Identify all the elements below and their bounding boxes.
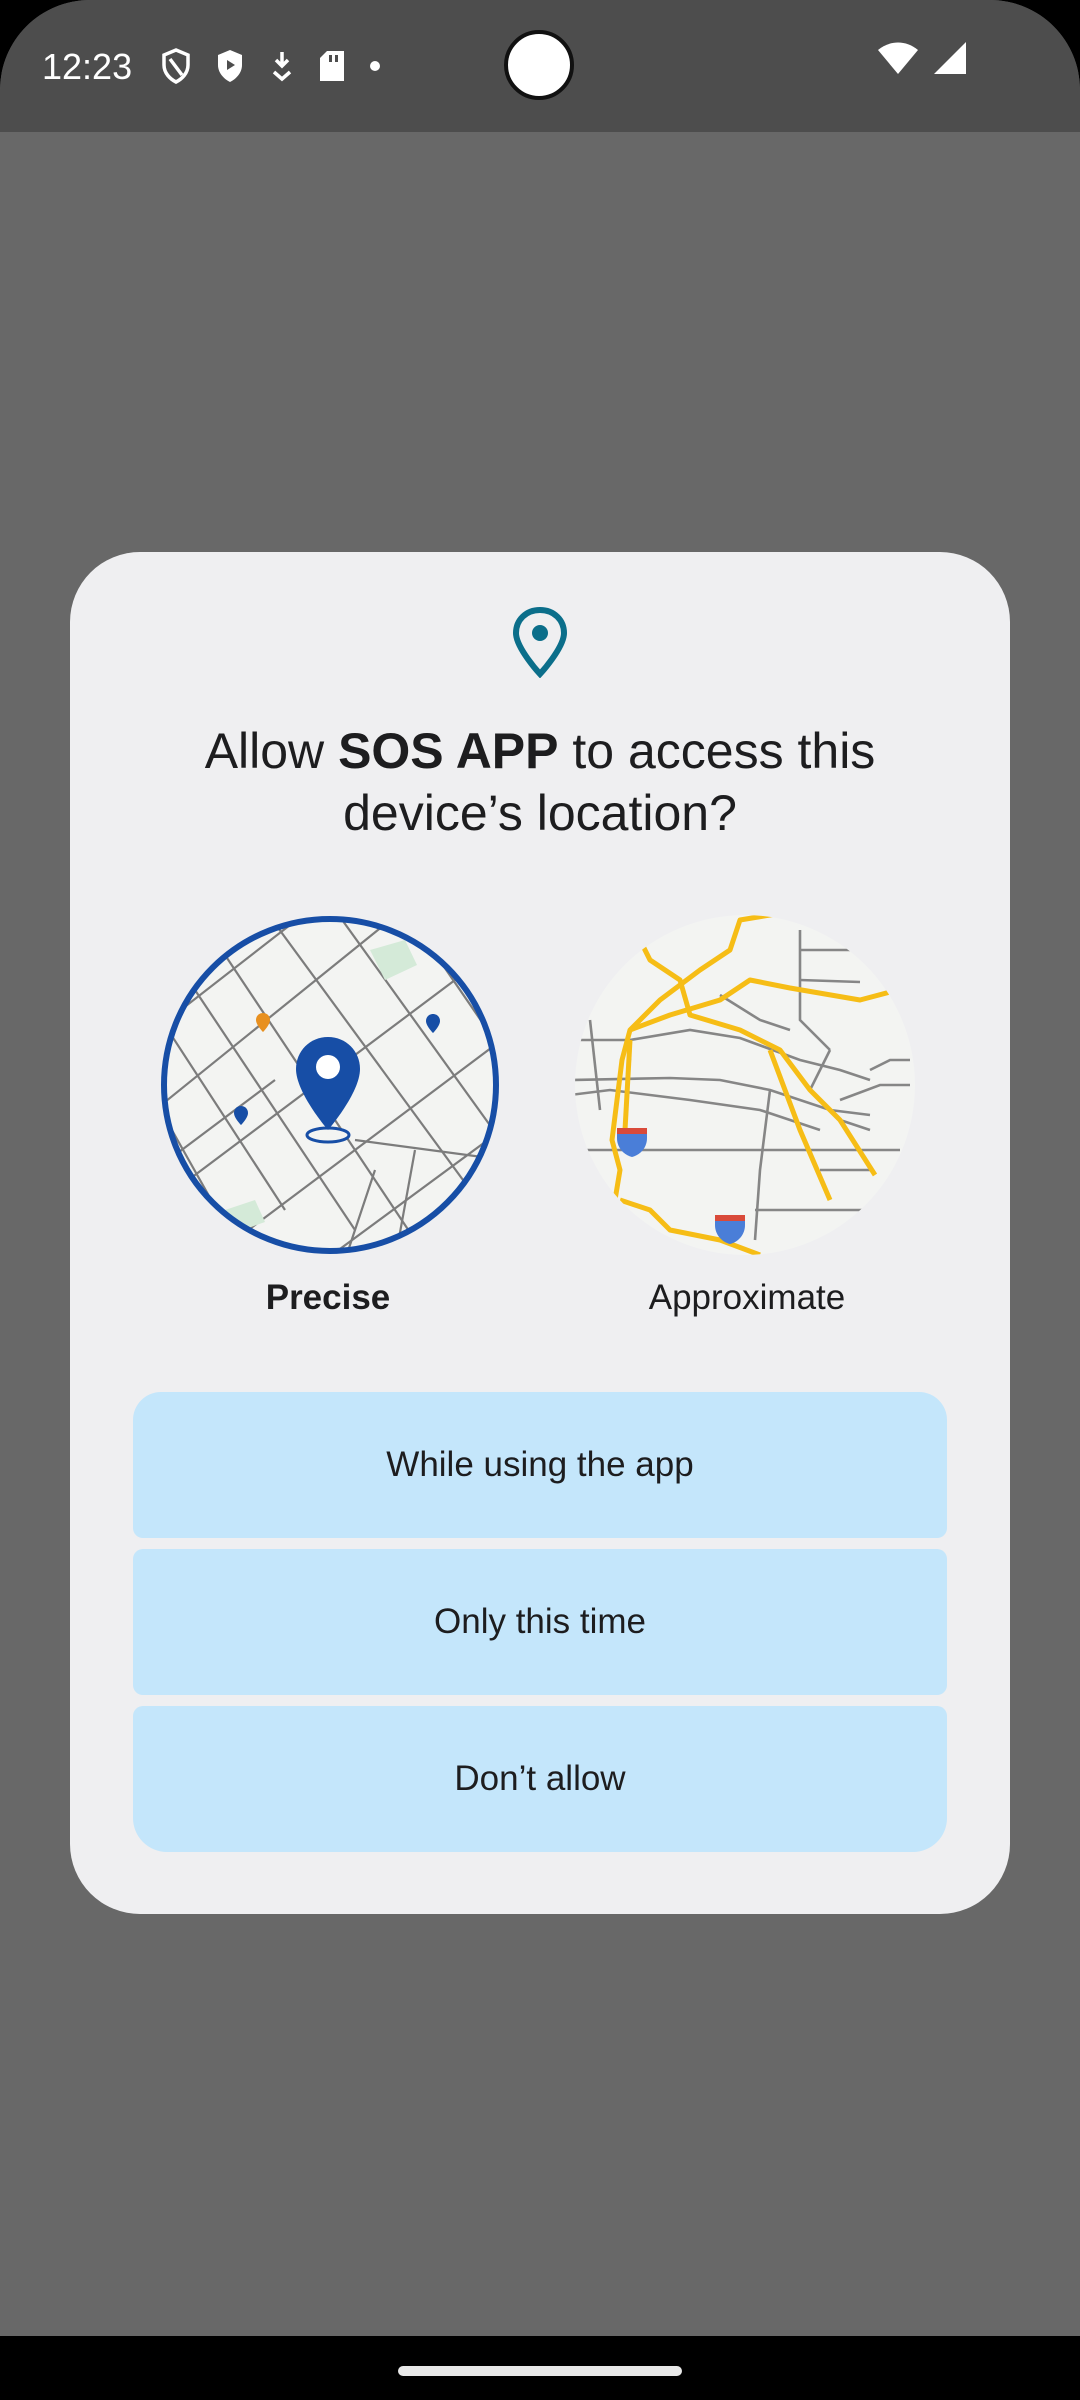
wifi-icon — [878, 42, 918, 74]
sd-card-icon — [320, 51, 344, 81]
screen: 12:23 Allow SOS APP to access this devic… — [0, 0, 1080, 2400]
home-gesture-handle[interactable] — [398, 2366, 682, 2376]
status-right-icons — [864, 40, 968, 76]
approximate-location-option[interactable] — [570, 910, 920, 1260]
precise-label: Precise — [265, 1278, 391, 1317]
dont-allow-button[interactable]: Don’t allow — [133, 1706, 947, 1852]
approximate-label: Approximate — [648, 1278, 846, 1317]
shield-outline-icon — [162, 48, 190, 84]
signal-icon — [934, 42, 966, 74]
front-camera — [504, 30, 574, 100]
status-icons — [160, 42, 404, 90]
status-time: 12:23 — [42, 46, 133, 87]
location-permission-dialog: Allow SOS APP to access this device’s lo… — [70, 552, 1010, 1914]
dialog-title: Allow SOS APP to access this device’s lo… — [130, 720, 950, 844]
location-pin-icon — [512, 606, 568, 678]
dot-icon — [370, 61, 380, 71]
title-prefix: Allow — [204, 723, 339, 779]
shield-play-icon — [218, 50, 242, 82]
navigation-bar — [0, 2336, 1080, 2400]
pin-shadow — [305, 1126, 351, 1144]
download-icon — [272, 52, 292, 82]
while-using-app-button[interactable]: While using the app — [133, 1392, 947, 1538]
precise-location-option[interactable] — [155, 910, 505, 1260]
status-bar: 12:23 — [0, 0, 1080, 132]
only-this-time-button[interactable]: Only this time — [133, 1549, 947, 1695]
app-name: SOS APP — [338, 723, 559, 779]
